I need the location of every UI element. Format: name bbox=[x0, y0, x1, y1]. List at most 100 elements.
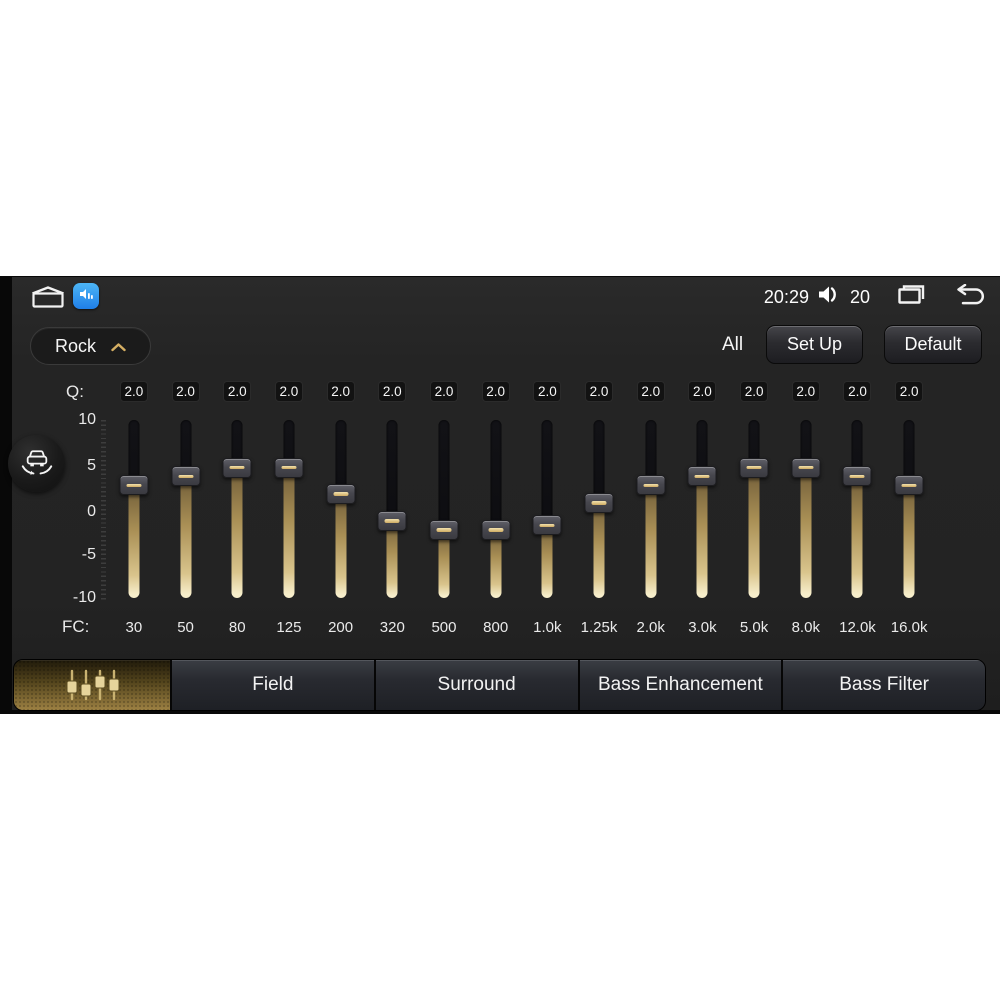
gain-scale-labels: 10 5 0 -5 -10 bbox=[58, 411, 96, 606]
slider-thumb-5.0k[interactable] bbox=[739, 457, 769, 478]
gain-scale-label: -5 bbox=[81, 546, 96, 563]
slider-thumb-80[interactable] bbox=[222, 457, 252, 478]
volume-icon bbox=[818, 285, 841, 309]
slider-thumb-125[interactable] bbox=[274, 457, 304, 478]
tab-bass-filter[interactable]: Bass Filter bbox=[781, 660, 985, 710]
eq-band-slider-12.0k[interactable] bbox=[832, 420, 884, 598]
fc-cell-500: 500 bbox=[418, 617, 470, 637]
eq-band-slider-500[interactable] bbox=[418, 420, 470, 598]
q-cell-12.0k: 2.0 bbox=[832, 380, 884, 402]
eq-app-button[interactable] bbox=[73, 283, 99, 309]
slider-thumb-8.0k[interactable] bbox=[791, 457, 821, 478]
slider-thumb-16.0k[interactable] bbox=[894, 475, 924, 496]
thumb-dash bbox=[436, 528, 452, 532]
fc-label-500: 500 bbox=[431, 618, 457, 636]
equalizer-icon bbox=[66, 669, 120, 701]
slider-thumb-3.0k[interactable] bbox=[687, 466, 717, 487]
eq-band-slider-5.0k[interactable] bbox=[728, 420, 780, 598]
thumb-dash bbox=[539, 523, 555, 528]
slider-fill bbox=[696, 476, 708, 598]
q-cell-5.0k: 2.0 bbox=[728, 380, 780, 402]
fc-cell-125: 125 bbox=[263, 617, 315, 637]
setup-button[interactable]: Set Up bbox=[766, 325, 863, 364]
fc-label-1.0k: 1.0k bbox=[533, 618, 562, 636]
slider-thumb-50[interactable] bbox=[171, 466, 201, 487]
all-label[interactable]: All bbox=[722, 334, 743, 356]
tab-equalizer[interactable] bbox=[14, 660, 170, 710]
eq-band-slider-125[interactable] bbox=[263, 420, 315, 598]
slider-fill bbox=[438, 529, 450, 598]
q-value-8.0k[interactable]: 2.0 bbox=[791, 380, 820, 402]
q-value-16.0k[interactable]: 2.0 bbox=[895, 380, 924, 402]
slider-thumb-1.25k[interactable] bbox=[584, 493, 614, 514]
default-button[interactable]: Default bbox=[884, 325, 982, 364]
slider-thumb-1.0k[interactable] bbox=[532, 515, 562, 536]
fc-label-12.0k: 12.0k bbox=[839, 618, 876, 636]
fc-cell-200: 200 bbox=[315, 617, 367, 637]
slider-fill bbox=[541, 525, 553, 598]
slider-thumb-30[interactable] bbox=[119, 475, 149, 496]
slider-thumb-800[interactable] bbox=[481, 519, 511, 540]
tab-bass-enhancement[interactable]: Bass Enhancement bbox=[577, 660, 782, 710]
fc-label-5.0k: 5.0k bbox=[739, 618, 769, 636]
q-value-2.0k[interactable]: 2.0 bbox=[636, 380, 665, 402]
slider-fill bbox=[283, 467, 295, 598]
q-value-320[interactable]: 2.0 bbox=[378, 380, 407, 402]
q-value-80[interactable]: 2.0 bbox=[223, 380, 252, 402]
recent-apps-button[interactable] bbox=[896, 283, 927, 311]
q-value-3.0k[interactable]: 2.0 bbox=[688, 380, 717, 402]
q-cell-320: 2.0 bbox=[366, 380, 418, 402]
eq-band-slider-2.0k[interactable] bbox=[625, 420, 677, 598]
fc-cell-30: 30 bbox=[108, 617, 160, 637]
head-unit-screen: 20:29 20 Rock All Set Up Default Q: 2.0 … bbox=[0, 276, 1000, 714]
thumb-dash bbox=[178, 474, 194, 479]
preset-label: Rock bbox=[54, 335, 96, 356]
tab-surround[interactable]: Surround bbox=[373, 660, 578, 710]
q-value-30[interactable]: 2.0 bbox=[119, 380, 148, 402]
q-cell-1.25k: 2.0 bbox=[573, 380, 625, 402]
eq-band-slider-3.0k[interactable] bbox=[677, 420, 729, 598]
eq-band-slider-800[interactable] bbox=[470, 420, 522, 598]
eq-band-slider-1.0k[interactable] bbox=[522, 420, 574, 598]
tab-field[interactable]: Field bbox=[170, 660, 374, 710]
q-value-125[interactable]: 2.0 bbox=[274, 380, 303, 402]
q-cell-500: 2.0 bbox=[418, 380, 470, 402]
eq-band-slider-200[interactable] bbox=[315, 420, 367, 598]
eq-band-slider-16.0k[interactable] bbox=[883, 420, 935, 598]
slider-thumb-500[interactable] bbox=[429, 519, 459, 540]
preset-dropdown[interactable]: Rock bbox=[30, 327, 151, 365]
fc-cell-50: 50 bbox=[160, 617, 212, 637]
slider-fill bbox=[128, 485, 140, 598]
q-value-50[interactable]: 2.0 bbox=[171, 380, 200, 402]
home-button[interactable] bbox=[29, 285, 67, 309]
q-value-12.0k[interactable]: 2.0 bbox=[843, 380, 872, 402]
eq-band-slider-1.25k[interactable] bbox=[573, 420, 625, 598]
q-value-200[interactable]: 2.0 bbox=[326, 380, 355, 402]
eq-band-slider-320[interactable] bbox=[366, 420, 418, 598]
fc-cell-3.0k: 3.0k bbox=[677, 617, 729, 637]
q-cell-200: 2.0 bbox=[315, 380, 367, 402]
sound-field-button[interactable] bbox=[8, 435, 65, 492]
slider-thumb-2.0k[interactable] bbox=[636, 475, 666, 496]
slider-fill bbox=[593, 503, 605, 598]
slider-thumb-200[interactable] bbox=[326, 484, 356, 505]
q-value-500[interactable]: 2.0 bbox=[429, 380, 458, 402]
eq-band-slider-8.0k[interactable] bbox=[780, 420, 832, 598]
back-button[interactable] bbox=[953, 283, 986, 311]
slider-fill bbox=[645, 485, 657, 598]
car-sound-field-icon bbox=[19, 445, 55, 482]
fc-label-8.0k: 8.0k bbox=[791, 618, 820, 636]
thumb-dash bbox=[591, 501, 607, 505]
thumb-dash bbox=[849, 474, 865, 479]
fc-cell-800: 800 bbox=[470, 617, 522, 637]
eq-band-slider-30[interactable] bbox=[108, 420, 160, 598]
eq-band-slider-80[interactable] bbox=[211, 420, 263, 598]
q-value-5.0k[interactable]: 2.0 bbox=[740, 380, 769, 402]
thumb-dash bbox=[901, 483, 917, 488]
eq-band-slider-50[interactable] bbox=[160, 420, 212, 598]
q-value-1.25k[interactable]: 2.0 bbox=[585, 380, 614, 402]
q-value-800[interactable]: 2.0 bbox=[481, 380, 510, 402]
slider-thumb-320[interactable] bbox=[377, 510, 407, 531]
q-value-1.0k[interactable]: 2.0 bbox=[533, 380, 562, 402]
slider-thumb-12.0k[interactable] bbox=[842, 466, 872, 487]
